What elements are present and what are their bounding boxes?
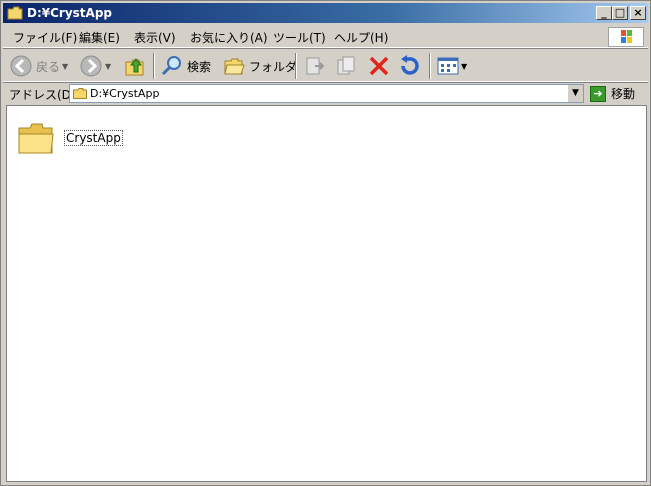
windows-logo-icon: [608, 27, 644, 47]
search-label: 検索: [187, 59, 212, 74]
back-arrow-icon: [10, 55, 32, 77]
go-label: 移動: [611, 87, 636, 101]
back-label: 戻る: [36, 59, 61, 74]
window-title: D:¥CrystApp: [27, 6, 113, 20]
go-arrow-icon: ➔: [590, 85, 606, 102]
up-folder-button[interactable]: [123, 53, 147, 79]
move-to-icon: [306, 57, 325, 75]
address-input[interactable]: D:¥CrystApp ▼: [69, 84, 584, 103]
undo-button[interactable]: [397, 53, 421, 79]
copy-to-icon: [337, 56, 355, 75]
up-folder-icon: [125, 58, 144, 76]
folder-icon: [73, 88, 87, 99]
menu-file[interactable]: ファイル(F): [13, 29, 77, 46]
toolbar-separator: [153, 53, 155, 79]
folder-item[interactable]: CrystApp: [16, 118, 126, 162]
back-button[interactable]: 戻る ▼: [9, 53, 68, 79]
toolbar-separator: [295, 53, 297, 79]
folder-icon: [18, 123, 54, 154]
chevron-down-icon[interactable]: ▼: [461, 62, 467, 71]
forward-arrow-icon: [80, 55, 102, 77]
folders-button[interactable]: フォルダ: [222, 53, 297, 79]
forward-button[interactable]: ▼: [79, 53, 111, 79]
go-button[interactable]: ➔ 移動: [590, 84, 646, 103]
address-label: アドレス(D): [9, 88, 76, 102]
copy-to-button[interactable]: [335, 53, 359, 79]
folders-icon: [224, 58, 245, 75]
folder-icon: [7, 6, 23, 20]
address-dropdown-button[interactable]: ▼: [567, 85, 583, 102]
chevron-down-icon[interactable]: ▼: [62, 62, 68, 71]
menu-edit[interactable]: 編集(E): [79, 29, 120, 46]
menu-help[interactable]: ヘルプ(H): [334, 29, 388, 46]
move-to-button[interactable]: [303, 53, 327, 79]
title-bar[interactable]: D:¥CrystApp _ □ ×: [3, 3, 648, 23]
menu-tools[interactable]: ツール(T): [273, 29, 326, 46]
explorer-window: D:¥CrystApp _ □ × ファイル(F) 編集(E) 表示(V) お気…: [0, 0, 651, 486]
delete-x-icon: [369, 56, 389, 76]
toolbar-separator: [429, 53, 431, 79]
minimize-button[interactable]: _: [596, 6, 612, 20]
chevron-down-icon[interactable]: ▼: [105, 62, 111, 71]
address-bar: アドレス(D) D:¥CrystApp ▼ ➔ 移動: [3, 82, 648, 104]
views-icon: [437, 57, 459, 75]
views-button[interactable]: ▼: [437, 53, 467, 79]
close-button[interactable]: ×: [630, 6, 646, 20]
search-button[interactable]: 検索: [160, 53, 211, 79]
standard-toolbar: 戻る ▼ ▼ 検索 フォルダ ▼: [3, 48, 648, 82]
menu-view[interactable]: 表示(V): [134, 29, 176, 46]
maximize-button[interactable]: □: [612, 6, 628, 20]
folder-item-label: CrystApp: [64, 130, 123, 146]
search-icon: [161, 56, 181, 76]
folders-label: フォルダ: [249, 59, 298, 74]
undo-icon: [401, 55, 419, 75]
menu-favorites[interactable]: お気に入り(A): [190, 29, 268, 46]
menu-bar: ファイル(F) 編集(E) 表示(V) お気に入り(A) ツール(T) ヘルプ(…: [3, 25, 648, 48]
delete-button[interactable]: [367, 53, 391, 79]
address-value: D:¥CrystApp: [90, 87, 160, 100]
folder-view[interactable]: CrystApp: [6, 105, 647, 482]
